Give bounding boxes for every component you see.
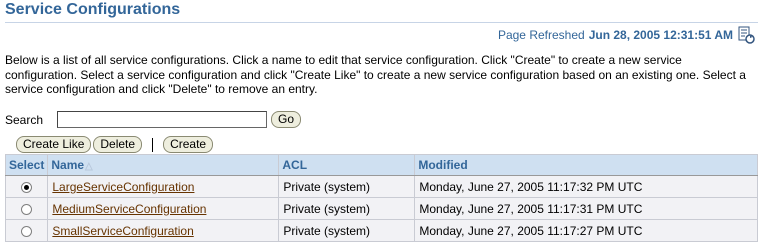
name-cell: MediumServiceConfiguration (47, 197, 280, 220)
row-radio-button[interactable] (21, 203, 33, 215)
row-select-cell (4, 219, 49, 242)
sort-ascending-icon[interactable]: △ (85, 161, 93, 172)
search-input[interactable] (57, 111, 267, 128)
modified-cell: Monday, June 27, 2005 11:17:27 PM UTC (414, 219, 758, 242)
name-header-label: Name (51, 158, 85, 172)
title-divider (5, 22, 758, 23)
table-row: SmallServiceConfiguration Private (syste… (4, 219, 758, 242)
name-cell: LargeServiceConfiguration (47, 175, 280, 198)
modified-column-header: Modified (414, 154, 758, 176)
toolbar-divider (152, 137, 154, 152)
intro-text: Below is a list of all service configura… (5, 53, 746, 96)
refreshed-time: Jun 28, 2005 12:31:51 AM (588, 28, 733, 42)
acl-column-header: ACL (278, 154, 416, 176)
config-name-link[interactable]: MediumServiceConfiguration (52, 202, 206, 216)
modified-cell: Monday, June 27, 2005 11:17:31 PM UTC (414, 197, 758, 220)
refreshed-label: Page Refreshed (497, 28, 585, 42)
row-select-cell (4, 175, 49, 198)
row-radio-button[interactable] (21, 181, 33, 193)
name-cell: SmallServiceConfiguration (47, 219, 280, 242)
select-column-header: Select (4, 154, 49, 176)
search-label: Search (5, 112, 44, 127)
row-radio-button[interactable] (21, 225, 33, 237)
refresh-icon[interactable] (737, 26, 755, 44)
table-row: LargeServiceConfiguration Private (syste… (4, 175, 758, 198)
table-row: MediumServiceConfiguration Private (syst… (4, 197, 758, 220)
acl-cell: Private (system) (278, 219, 416, 242)
delete-button[interactable]: Delete (93, 136, 143, 153)
row-select-cell (4, 197, 49, 220)
acl-cell: Private (system) (278, 197, 416, 220)
search-bar: Search Go (5, 111, 302, 128)
service-config-table: Select Name△ ACL Modified LargeServiceCo… (4, 154, 758, 242)
page-refreshed: Page Refreshed Jun 28, 2005 12:31:51 AM (498, 26, 755, 44)
create-button[interactable]: Create (163, 136, 214, 153)
go-button[interactable]: Go (271, 111, 302, 128)
table-header-row: Select Name△ ACL Modified (4, 154, 758, 176)
create-like-button[interactable]: Create Like (16, 136, 92, 153)
page-title: Service Configurations (5, 1, 181, 18)
action-toolbar: Create Like Delete Create (16, 136, 214, 153)
modified-cell: Monday, June 27, 2005 11:17:32 PM UTC (414, 175, 758, 198)
acl-cell: Private (system) (278, 175, 416, 198)
config-name-link[interactable]: SmallServiceConfiguration (52, 224, 193, 238)
name-column-header[interactable]: Name△ (47, 154, 280, 176)
config-name-link[interactable]: LargeServiceConfiguration (52, 180, 194, 194)
